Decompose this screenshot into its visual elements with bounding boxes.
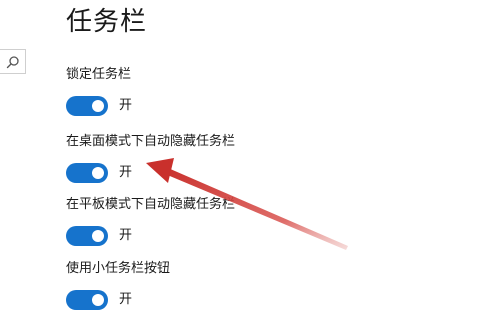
toggle-knob: [92, 294, 104, 306]
toggle-row: 开: [66, 96, 186, 116]
toggle-row: 开: [66, 226, 186, 246]
autohide-desktop-toggle[interactable]: [66, 163, 108, 183]
autohide-tablet-toggle[interactable]: [66, 226, 108, 246]
toggle-knob: [92, 230, 104, 242]
setting-label: 使用小任务栏按钮: [66, 261, 171, 276]
search-icon: [6, 56, 19, 69]
small-buttons-toggle[interactable]: [66, 290, 108, 310]
toggle-state-label: 开: [119, 165, 133, 180]
toggle-row: 开: [66, 163, 186, 183]
search-box-edge[interactable]: [0, 49, 26, 74]
page-title: 任务栏: [66, 7, 148, 37]
toggle-knob: [92, 167, 104, 179]
setting-label: 锁定任务栏: [66, 67, 132, 82]
toggle-state-label: 开: [119, 292, 133, 307]
lock-taskbar-toggle[interactable]: [66, 96, 108, 116]
setting-label: 在桌面模式下自动隐藏任务栏: [66, 134, 236, 149]
toggle-knob: [92, 100, 104, 112]
toggle-row: 开: [66, 290, 186, 310]
setting-label: 在平板模式下自动隐藏任务栏: [66, 197, 236, 212]
toggle-state-label: 开: [119, 228, 133, 243]
toggle-state-label: 开: [119, 98, 133, 113]
